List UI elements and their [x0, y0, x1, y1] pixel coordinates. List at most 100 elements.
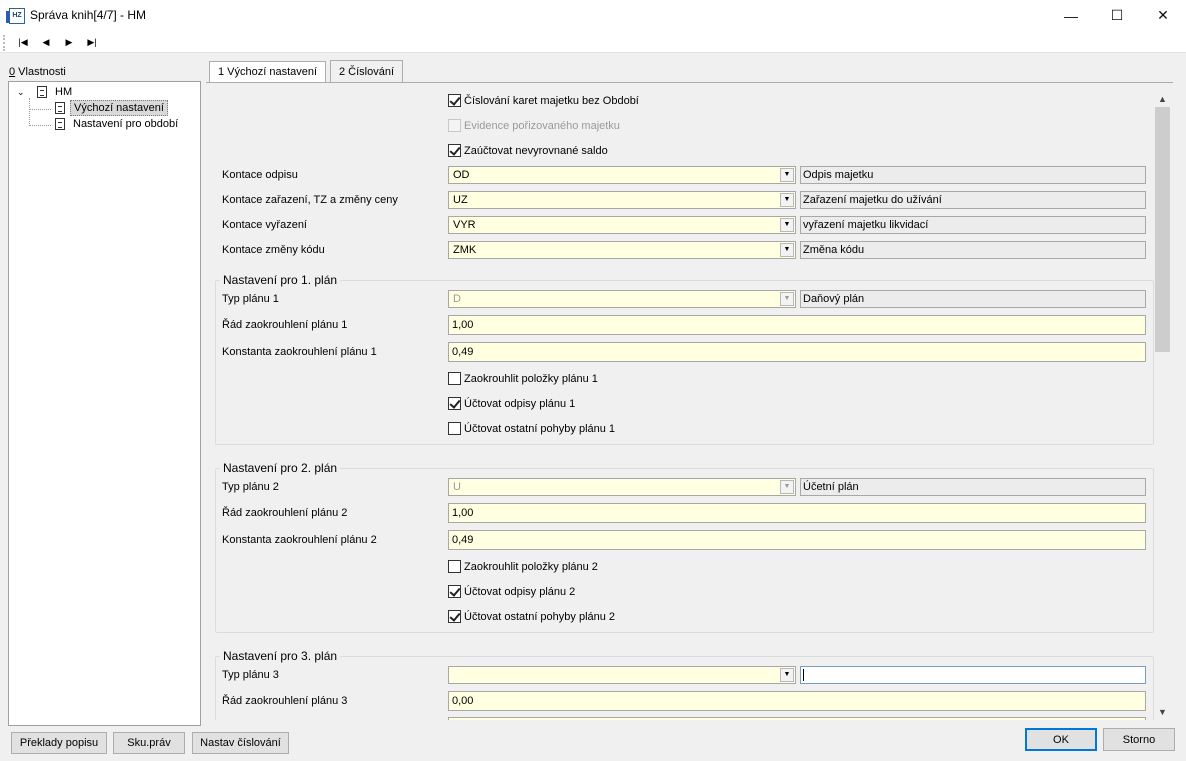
checkbox-numbering-without-period[interactable]: Číslování karet majetku bez Období [448, 94, 639, 108]
checkbox-box[interactable] [448, 610, 461, 623]
minimize-button[interactable]: — [1048, 0, 1094, 31]
kontace-vyrazeni-label: Kontace vyřazení [222, 219, 307, 231]
rights-button[interactable]: Sku.práv [113, 732, 185, 754]
kontace-vyrazeni-description: vyřazení majetku likvidací [800, 216, 1146, 234]
set-numbering-button[interactable]: Nastav číslování [192, 732, 289, 754]
record-nav-toolbar: |◀ ◀ ▶ ▶| [0, 31, 1186, 53]
plan-2-rounding-order-input[interactable]: 1,00 [448, 503, 1146, 523]
checkbox-label: Číslování karet majetku bez Období [464, 95, 639, 107]
chevron-down-icon[interactable]: ▼ [780, 243, 794, 257]
select-value: OD [453, 169, 470, 181]
checkbox-label: Účtovat odpisy plánu 1 [464, 398, 576, 410]
scroll-up-icon[interactable]: ▲ [1154, 91, 1171, 107]
cancel-button[interactable]: Storno [1103, 728, 1175, 751]
ok-button[interactable]: OK [1025, 728, 1097, 751]
tab-numbering[interactable]: 2 Číslování [330, 60, 403, 82]
checkbox-plan-1-post-other-movements[interactable]: Účtovat ostatní pohyby plánu 1 [448, 422, 615, 436]
checkbox-label: Zaokrouhlit položky plánu 2 [464, 561, 598, 573]
checkbox-plan-2-post-depreciation[interactable]: Účtovat odpisy plánu 2 [448, 585, 575, 599]
checkbox-box[interactable] [448, 397, 461, 410]
kontace-zmeny-kodu-select[interactable]: ZMK ▼ [448, 241, 796, 259]
chevron-down-icon[interactable]: ▼ [780, 168, 794, 182]
plan-2-rounding-constant-label: Konstanta zaokrouhlení plánu 2 [222, 534, 377, 546]
first-record-icon[interactable]: |◀ [12, 34, 34, 50]
document-icon [55, 118, 65, 130]
plan-3-title: Nastavení pro 3. plán [220, 649, 341, 663]
select-value: UZ [453, 194, 468, 206]
plan-3-type-description[interactable] [800, 666, 1146, 684]
translations-button[interactable]: Překlady popisu [11, 732, 107, 754]
tree-line [29, 98, 30, 126]
plan-1-type-description: Daňový plán [800, 290, 1146, 308]
checkbox-acquired-assets-evidence: Evidence pořizovaného majetku [448, 119, 620, 133]
select-value: VYR [453, 219, 476, 231]
kontace-vyrazeni-select[interactable]: VYR ▼ [448, 216, 796, 234]
kontace-zarazeni-label: Kontace zařazení, TZ a změny ceny [222, 194, 398, 206]
plan-1-rounding-order-label: Řád zaokrouhlení plánu 1 [222, 319, 348, 331]
checkbox-box[interactable] [448, 560, 461, 573]
plan-2-rounding-constant-input[interactable]: 0,49 [448, 530, 1146, 550]
plan-1-rounding-constant-input[interactable]: 0,49 [448, 342, 1146, 362]
chevron-down-icon[interactable]: ▼ [780, 668, 794, 682]
checkbox-box [448, 119, 461, 132]
checkbox-box[interactable] [448, 422, 461, 435]
checkbox-label: Účtovat odpisy plánu 2 [464, 586, 576, 598]
previous-record-icon[interactable]: ◀ [35, 34, 57, 50]
tree-item-default-settings[interactable]: Výchozí nastavení [53, 100, 168, 116]
chevron-down-icon[interactable]: ▼ [780, 292, 794, 306]
checkbox-label: Zaúčtovat nevyrovnané saldo [464, 145, 608, 157]
plan-3-rounding-order-label: Řád zaokrouhlení plánu 3 [222, 695, 348, 707]
close-button[interactable]: ✕ [1140, 0, 1186, 31]
plan-1-rounding-constant-label: Konstanta zaokrouhlení plánu 1 [222, 346, 377, 358]
chevron-down-icon[interactable]: ⌄ [17, 84, 25, 100]
plan-3-next-field[interactable] [448, 717, 1146, 720]
tree-item-label: Výchozí nastavení [70, 100, 168, 116]
checkbox-post-unbalanced[interactable]: Zaúčtovat nevyrovnané saldo [448, 144, 608, 158]
window-title: Správa knih[4/7] - HM [30, 8, 147, 22]
chevron-down-icon[interactable]: ▼ [780, 218, 794, 232]
next-record-icon[interactable]: ▶ [58, 34, 80, 50]
tab-default-settings[interactable]: 1 Výchozí nastavení [209, 61, 326, 82]
checkbox-plan-2-round-items[interactable]: Zaokrouhlit položky plánu 2 [448, 560, 598, 574]
plan-3-type-select[interactable]: ▼ [448, 666, 796, 684]
plan-1-type-select[interactable]: D ▼ [448, 290, 796, 308]
plan-1-type-label: Typ plánu 1 [222, 293, 279, 305]
select-value: U [453, 481, 461, 493]
scrollbar-thumb[interactable] [1155, 107, 1170, 352]
kontace-odpisu-description: Odpis majetku [800, 166, 1146, 184]
last-record-icon[interactable]: ▶| [81, 34, 103, 50]
kontace-zarazeni-description: Zařazení majetku do užívání [800, 191, 1146, 209]
tab-label: 1 Výchozí nastavení [217, 66, 318, 78]
checkbox-plan-1-post-depreciation[interactable]: Účtovat odpisy plánu 1 [448, 397, 575, 411]
checkbox-plan-2-post-other-movements[interactable]: Účtovat ostatní pohyby plánu 2 [448, 610, 615, 624]
checkbox-label: Zaokrouhlit položky plánu 1 [464, 373, 598, 385]
checkbox-box[interactable] [448, 585, 461, 598]
plan-3-rounding-order-input[interactable]: 0,00 [448, 691, 1146, 711]
document-icon [37, 86, 47, 98]
select-value: ZMK [453, 244, 477, 256]
plan-2-title: Nastavení pro 2. plán [220, 461, 341, 475]
chevron-down-icon[interactable]: ▼ [780, 193, 794, 207]
properties-tab[interactable]: 0 Vlastnosti [9, 66, 66, 78]
chevron-down-icon[interactable]: ▼ [780, 480, 794, 494]
plan-2-type-select[interactable]: U ▼ [448, 478, 796, 496]
title-bar: HZ Správa knih[4/7] - HM — ☐ ✕ [0, 0, 1186, 31]
checkbox-box[interactable] [448, 94, 461, 107]
kontace-odpisu-select[interactable]: OD ▼ [448, 166, 796, 184]
tree-line [29, 109, 51, 110]
kontace-zmeny-kodu-description: Změna kódu [800, 241, 1146, 259]
tree-item-label: Nastavení pro období [73, 118, 179, 130]
toolbar-grip-icon [3, 35, 5, 51]
kontace-zarazeni-select[interactable]: UZ ▼ [448, 191, 796, 209]
properties-tree[interactable]: ⌄ HM Výchozí nastavení Nastavení pro obd… [8, 81, 201, 726]
scroll-down-icon[interactable]: ▼ [1154, 704, 1171, 720]
select-value: D [453, 293, 461, 305]
maximize-button[interactable]: ☐ [1094, 0, 1140, 31]
plan-1-rounding-order-input[interactable]: 1,00 [448, 315, 1146, 335]
checkbox-box[interactable] [448, 144, 461, 157]
tab-label: 2 Číslování [338, 65, 395, 78]
checkbox-label: Účtovat ostatní pohyby plánu 2 [464, 611, 616, 623]
checkbox-box[interactable] [448, 372, 461, 385]
checkbox-plan-1-round-items[interactable]: Zaokrouhlit položky plánu 1 [448, 372, 598, 386]
tree-line [29, 125, 51, 126]
